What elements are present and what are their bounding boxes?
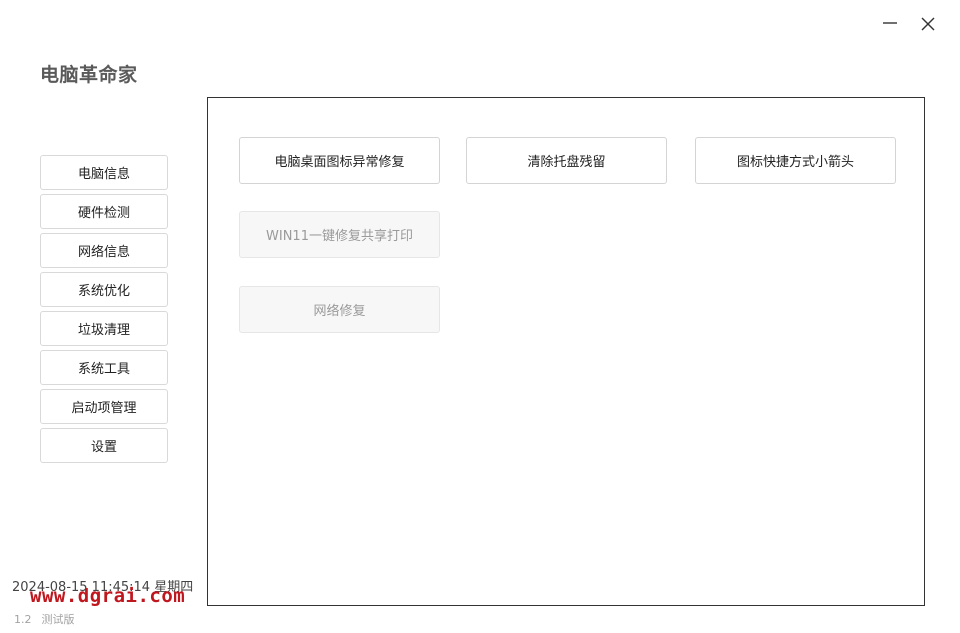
clear-tray-residue-button[interactable]: 清除托盘残留 (466, 137, 667, 184)
app-title: 电脑革命家 (40, 64, 138, 86)
minimize-icon (883, 22, 897, 24)
sidebar-item-settings[interactable]: 设置 (40, 428, 168, 463)
sidebar-item-hardware-check[interactable]: 硬件检测 (40, 194, 168, 229)
sidebar-item-network-info[interactable]: 网络信息 (40, 233, 168, 268)
edition-label: 测试版 (41, 613, 75, 626)
minimize-button[interactable] (876, 10, 904, 38)
watermark-text: www.dgrai.com (30, 585, 186, 607)
close-button[interactable] (914, 10, 942, 38)
sidebar-item-system-tools[interactable]: 系统工具 (40, 350, 168, 385)
version-info: 1.2 测试版 (14, 611, 75, 627)
sidebar-item-junk-clean[interactable]: 垃圾清理 (40, 311, 168, 346)
fix-desktop-icons-button[interactable]: 电脑桌面图标异常修复 (239, 137, 440, 184)
close-icon (921, 17, 935, 31)
shortcut-arrow-button[interactable]: 图标快捷方式小箭头 (695, 137, 896, 184)
win11-share-print-fix-button[interactable]: WIN11一键修复共享打印 (239, 211, 440, 258)
sidebar-item-computer-info[interactable]: 电脑信息 (40, 155, 168, 190)
sidebar-item-system-optimize[interactable]: 系统优化 (40, 272, 168, 307)
version-number: 1.2 (14, 613, 32, 626)
system-tools-panel: 电脑桌面图标异常修复 清除托盘残留 图标快捷方式小箭头 WIN11一键修复共享打… (207, 97, 925, 606)
app-window: 电脑革命家 电脑信息 硬件检测 网络信息 系统优化 垃圾清理 系统工具 启动项管… (0, 0, 960, 633)
network-repair-button[interactable]: 网络修复 (239, 286, 440, 333)
sidebar-item-startup-manager[interactable]: 启动项管理 (40, 389, 168, 424)
sidebar-nav: 电脑信息 硬件检测 网络信息 系统优化 垃圾清理 系统工具 启动项管理 设置 (40, 155, 168, 467)
